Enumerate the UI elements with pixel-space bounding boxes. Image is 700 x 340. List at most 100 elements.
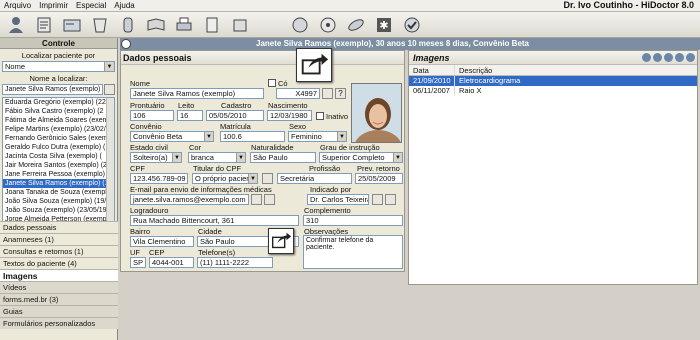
- chevron-down-icon[interactable]: ▼: [172, 153, 181, 162]
- cpf-field[interactable]: 123.456.789-09: [130, 173, 188, 184]
- patient-list-item[interactable]: Jane Ferreira Pessoa (exemplo) (: [3, 170, 107, 179]
- menu-ajuda[interactable]: Ajuda: [110, 1, 138, 10]
- grau-select[interactable]: Superior Completo ▼: [319, 152, 403, 163]
- edit-icon[interactable]: [653, 53, 662, 62]
- phone-icon[interactable]: [290, 15, 310, 35]
- patient-list-item[interactable]: Geraldo Fulco Dutra (exemplo) (: [3, 143, 107, 152]
- nav-item[interactable]: Guias: [0, 305, 118, 317]
- uf-field[interactable]: SP: [130, 257, 146, 268]
- patient-list-item[interactable]: Fátima de Almeida Soares (exem: [3, 116, 107, 125]
- indicado-field[interactable]: Dr. Carlos Teixeira: [307, 194, 369, 205]
- nav-item[interactable]: Textos do paciente (4): [0, 257, 118, 269]
- export-icon[interactable]: [230, 15, 250, 35]
- menu-especial[interactable]: Especial: [72, 1, 110, 10]
- document-icon[interactable]: [385, 194, 396, 205]
- cep-label: CEP: [149, 248, 165, 257]
- profissao-field[interactable]: Secretária: [277, 173, 352, 184]
- close-icon[interactable]: [686, 53, 695, 62]
- printer-icon[interactable]: [174, 15, 194, 35]
- pill-icon[interactable]: [346, 15, 366, 35]
- inativo-checkbox[interactable]: [316, 112, 324, 120]
- image-row[interactable]: 21/09/2010 Eletrocardiograma: [409, 76, 697, 86]
- patient-list-scrollbar[interactable]: [106, 98, 114, 226]
- estado-select[interactable]: Solteiro(a) ▼: [130, 152, 182, 163]
- search-icon[interactable]: [372, 194, 383, 205]
- chevron-down-icon[interactable]: ▼: [104, 62, 114, 71]
- delete-icon[interactable]: [664, 53, 673, 62]
- telefone-field[interactable]: (11) 1111-2222: [197, 257, 273, 268]
- print-icon[interactable]: [322, 88, 333, 99]
- patient-list-item[interactable]: Joana Tanaka de Souza (exempl: [3, 188, 107, 197]
- col-data[interactable]: Data: [409, 65, 455, 75]
- card-icon[interactable]: [62, 15, 82, 35]
- print-icon[interactable]: [675, 53, 684, 62]
- docs-icon[interactable]: [202, 15, 222, 35]
- patient-list-item[interactable]: Janete Silva Ramos (exemplo) (1: [3, 179, 107, 188]
- chevron-down-icon[interactable]: ▼: [248, 174, 257, 183]
- star-icon[interactable]: ✱: [374, 15, 394, 35]
- gear-icon[interactable]: [121, 39, 131, 49]
- menu-arquivo[interactable]: Arquivo: [0, 1, 35, 10]
- name-search-input[interactable]: Janete Silva Ramos (exemplo) (1: [2, 84, 103, 95]
- prontuario-label: Prontuário: [130, 101, 165, 110]
- nav-item[interactable]: Consultas e retornos (1): [0, 245, 118, 257]
- patient-list-item[interactable]: João Souza (exemplo) (23/05/19: [3, 206, 107, 215]
- nav-item[interactable]: Imagens: [0, 269, 118, 281]
- locate-select[interactable]: Nome ▼: [2, 61, 115, 72]
- cadastro-field[interactable]: 05/05/2010: [206, 110, 264, 121]
- help-icon[interactable]: ?: [335, 88, 346, 99]
- bairro-field[interactable]: Vila Clementino: [130, 236, 194, 247]
- medicine-icon[interactable]: [118, 15, 138, 35]
- chevron-down-icon[interactable]: ▼: [204, 132, 213, 141]
- complemento-field[interactable]: 310: [303, 215, 403, 226]
- patient-list[interactable]: Eduarda Gregório (exemplo) (22/Fábio Sil…: [2, 97, 115, 227]
- matricula-field[interactable]: 100.6: [220, 131, 285, 142]
- chevron-down-icon[interactable]: ▼: [393, 153, 402, 162]
- observacoes-field[interactable]: Confirmar telefone da paciente.: [303, 235, 403, 269]
- convenio-select[interactable]: Convênio Beta ▼: [130, 131, 214, 142]
- nav-item[interactable]: Anamneses (1): [0, 233, 118, 245]
- image-row[interactable]: 06/11/2007 Raio X: [409, 86, 697, 96]
- nav-item[interactable]: Formulários personalizados: [0, 317, 118, 329]
- notes-icon[interactable]: [34, 15, 54, 35]
- nav-item[interactable]: Dados pessoais: [0, 221, 118, 233]
- menu-imprimir[interactable]: Imprimir: [35, 1, 72, 10]
- patient-list-item[interactable]: Jair Moreira Santos (exemplo) (2: [3, 161, 107, 170]
- cep-field[interactable]: 4044-001: [149, 257, 194, 268]
- patient-list-item[interactable]: Jacinta Costa Silva (exemplo) (: [3, 152, 107, 161]
- leito-field[interactable]: 16: [177, 110, 203, 121]
- prev-retorno-field[interactable]: 25/05/2009: [355, 173, 403, 184]
- patient-list-item[interactable]: Felipe Martins (exemplo) (23/02/: [3, 125, 107, 134]
- codigo-field[interactable]: X4997: [276, 88, 320, 99]
- email-field[interactable]: janete.silva.ramos@exemplo.com: [130, 194, 249, 205]
- chevron-down-icon[interactable]: ▼: [236, 153, 245, 162]
- patient-list-item[interactable]: Eduarda Gregório (exemplo) (22/: [3, 98, 107, 107]
- prontuario-field[interactable]: 106: [130, 110, 174, 121]
- recipe-icon[interactable]: [90, 15, 110, 35]
- titular-select[interactable]: O próprio paciente ▼: [192, 173, 258, 184]
- patient-list-item[interactable]: Fernando Gerônicio Sales (exemp: [3, 134, 107, 143]
- naturalidade-field[interactable]: São Paulo: [250, 152, 316, 163]
- nascimento-field[interactable]: 12/03/1980: [267, 110, 312, 121]
- patient-list-item[interactable]: João Silva Souza (exemplo) (19/: [3, 197, 107, 206]
- add-icon[interactable]: [642, 53, 651, 62]
- sexo-select[interactable]: Feminino ▼: [288, 131, 347, 142]
- document-icon[interactable]: [262, 173, 273, 184]
- logradouro-field[interactable]: Rua Machado Bittencourt, 361: [130, 215, 299, 226]
- nav-item[interactable]: Vídeos: [0, 281, 118, 293]
- patient-photo[interactable]: [351, 83, 402, 143]
- document-icon[interactable]: [264, 194, 275, 205]
- patient-icon[interactable]: [6, 15, 26, 35]
- patient-list-item[interactable]: Fábio Silva Castro (exemplo) (2: [3, 107, 107, 116]
- chevron-down-icon[interactable]: ▼: [337, 132, 346, 141]
- nav-item[interactable]: forms.med.br (3): [0, 293, 118, 305]
- codigo-checkbox[interactable]: [268, 79, 276, 87]
- col-descricao[interactable]: Descrição: [455, 65, 697, 75]
- check-icon[interactable]: [402, 15, 422, 35]
- search-icon[interactable]: [104, 84, 115, 95]
- nome-field[interactable]: Janete Silva Ramos (exemplo): [130, 88, 264, 99]
- email-icon[interactable]: [251, 194, 262, 205]
- cor-select[interactable]: branca ▼: [188, 152, 246, 163]
- disc-icon[interactable]: [318, 15, 338, 35]
- book-icon[interactable]: [146, 15, 166, 35]
